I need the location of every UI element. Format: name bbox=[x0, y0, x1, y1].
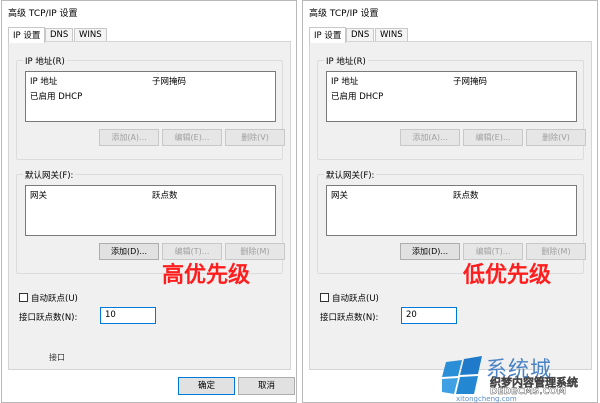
tab-ip-settings[interactable]: IP 设置 bbox=[309, 27, 347, 43]
add-ip-button[interactable]: 添加(A)... bbox=[99, 129, 159, 146]
auto-metric-row[interactable]: 自动跃点(U) bbox=[19, 292, 78, 304]
gateway-column-header: 网关 bbox=[331, 191, 349, 201]
gateway-list[interactable]: 网关 跃点数 bbox=[25, 185, 276, 236]
edit-ip-button[interactable]: 编辑(E)... bbox=[463, 129, 523, 146]
interface-metric-label: 接口跃点数(N): bbox=[320, 313, 379, 323]
add-gateway-button[interactable]: 添加(D)... bbox=[400, 243, 460, 260]
ip-column-header: IP 地址 bbox=[30, 77, 58, 87]
ip-address-list[interactable]: IP 地址 子网掩码 已启用 DHCP bbox=[25, 71, 276, 122]
ip-address-group: IP 地址(R) IP 地址 子网掩码 已启用 DHCP 添加(A)... 编辑… bbox=[317, 55, 586, 160]
auto-metric-row[interactable]: 自动跃点(U) bbox=[320, 292, 379, 304]
window-title: 高级 TCP/IP 设置 bbox=[8, 9, 78, 19]
tab-wins[interactable]: WINS bbox=[375, 28, 408, 42]
auto-metric-label: 自动跃点(U) bbox=[31, 294, 78, 304]
dhcp-enabled-row[interactable]: 已启用 DHCP bbox=[30, 90, 82, 102]
metric-section: 自动跃点(U) 接口跃点数(N): 10 bbox=[16, 290, 283, 338]
priority-annotation: 低优先级 bbox=[463, 263, 552, 288]
remove-ip-button[interactable]: 删除(V) bbox=[225, 129, 285, 146]
ip-settings-panel: IP 地址(R) IP 地址 子网掩码 已启用 DHCP 添加(A)... 编辑… bbox=[8, 41, 291, 370]
cancel-button[interactable]: 取消 bbox=[238, 377, 295, 395]
ip-address-list[interactable]: IP 地址 子网掩码 已启用 DHCP bbox=[326, 71, 577, 122]
auto-metric-checkbox[interactable] bbox=[19, 293, 28, 302]
interface-metric-input[interactable]: 20 bbox=[401, 307, 457, 324]
add-gateway-button[interactable]: 添加(D)... bbox=[99, 243, 159, 260]
window-title: 高级 TCP/IP 设置 bbox=[309, 9, 379, 19]
default-gateway-legend: 默认网关(F): bbox=[324, 169, 377, 181]
tab-dns[interactable]: DNS bbox=[346, 28, 375, 42]
site-watermark: 系统城 织梦内容管理系统 DEDECMS.COM xitongcheng.com bbox=[442, 352, 598, 403]
metric-section: 自动跃点(U) 接口跃点数(N): 20 bbox=[317, 290, 584, 338]
ip-address-group: IP 地址(R) IP 地址 子网掩码 已启用 DHCP 添加(A)... 编辑… bbox=[16, 55, 285, 160]
watermark-url-small: xitongcheng.com bbox=[456, 395, 517, 403]
metric-column-header: 跃点数 bbox=[453, 191, 479, 201]
default-gateway-legend: 默认网关(F): bbox=[23, 169, 76, 181]
add-ip-button[interactable]: 添加(A)... bbox=[400, 129, 460, 146]
title-bar[interactable]: 高级 TCP/IP 设置 bbox=[2, 1, 296, 23]
interface-metric-label: 接口跃点数(N): bbox=[19, 313, 78, 323]
tab-dns[interactable]: DNS bbox=[45, 28, 74, 42]
remove-ip-button[interactable]: 删除(V) bbox=[526, 129, 586, 146]
edit-ip-button[interactable]: 编辑(E)... bbox=[162, 129, 222, 146]
ip-address-legend: IP 地址(R) bbox=[23, 55, 67, 67]
tab-wins[interactable]: WINS bbox=[74, 28, 107, 42]
ip-column-header: IP 地址 bbox=[331, 77, 359, 87]
interface-metric-input[interactable]: 10 bbox=[100, 307, 156, 324]
dhcp-enabled-row[interactable]: 已启用 DHCP bbox=[331, 90, 383, 102]
auto-metric-label: 自动跃点(U) bbox=[332, 294, 379, 304]
windows-logo-icon bbox=[442, 356, 482, 394]
auto-metric-checkbox[interactable] bbox=[320, 293, 329, 302]
gateway-list[interactable]: 网关 跃点数 bbox=[326, 185, 577, 236]
tab-ip-settings[interactable]: IP 设置 bbox=[8, 27, 46, 43]
gateway-column-header: 网关 bbox=[30, 191, 48, 201]
subnet-mask-column-header: 子网掩码 bbox=[152, 77, 187, 87]
ok-button[interactable]: 确定 bbox=[178, 377, 235, 395]
ip-settings-panel: IP 地址(R) IP 地址 子网掩码 已启用 DHCP 添加(A)... 编辑… bbox=[309, 41, 592, 370]
tcpip-dialog-right: 高级 TCP/IP 设置 IP 设置 DNS WINS IP 地址(R) IP … bbox=[302, 0, 598, 403]
tcpip-dialog-left: 高级 TCP/IP 设置 IP 设置 DNS WINS IP 地址(R) IP … bbox=[1, 0, 297, 403]
ip-address-legend: IP 地址(R) bbox=[324, 55, 368, 67]
metric-column-header: 跃点数 bbox=[152, 191, 178, 201]
subnet-mask-column-header: 子网掩码 bbox=[453, 77, 488, 87]
priority-annotation: 高优先级 bbox=[162, 263, 251, 288]
partially-hidden-text: 接口 bbox=[49, 353, 65, 362]
title-bar[interactable]: 高级 TCP/IP 设置 bbox=[303, 1, 597, 23]
